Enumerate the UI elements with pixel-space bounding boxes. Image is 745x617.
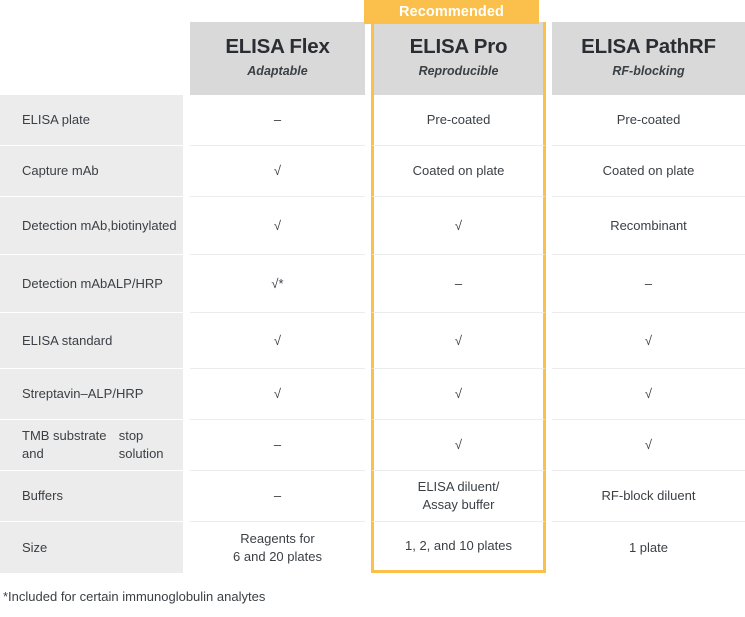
column-title: ELISA PathRF xyxy=(581,34,716,58)
column-gap xyxy=(183,471,190,522)
table-cell-line: 6 and 20 plates xyxy=(233,548,322,564)
table-corner-cell xyxy=(0,22,183,95)
row-label: Streptavin–ALP/HRP xyxy=(0,369,183,420)
table-cell: – xyxy=(552,255,745,313)
table-cell-line: ELISA diluent/ xyxy=(417,479,500,495)
row-label: Capture mAb xyxy=(0,146,183,197)
table-cell: ELISA diluent/ Assay buffer xyxy=(371,471,546,522)
table-cell: – xyxy=(190,95,365,146)
column-gap xyxy=(183,146,190,197)
row-label: TMB substrate and stop solution xyxy=(0,420,183,471)
row-label: Buffers xyxy=(0,471,183,522)
row-label: ELISA plate xyxy=(0,95,183,146)
column-header-elisa-pro: ELISA Pro Reproducible xyxy=(371,22,546,95)
table-cell: RF-block diluent xyxy=(552,471,745,522)
column-gap xyxy=(183,369,190,420)
row-label: ELISA standard xyxy=(0,313,183,369)
column-gap xyxy=(183,22,190,95)
column-subtitle: RF-blocking xyxy=(612,64,685,79)
table-cell: – xyxy=(190,471,365,522)
table-cell: √ xyxy=(371,420,546,471)
table-cell: Coated on plate xyxy=(552,146,745,197)
row-label: Detection mAb ALP/HRP xyxy=(0,255,183,313)
column-subtitle: Adaptable xyxy=(247,64,308,79)
table-cell: √ xyxy=(190,146,365,197)
column-subtitle: Reproducible xyxy=(418,64,499,79)
table-cell: 1, 2, and 10 plates xyxy=(371,522,546,573)
column-header-elisa-flex: ELISA Flex Adaptable xyxy=(190,22,365,95)
table-cell: 1 plate xyxy=(552,522,745,573)
table-cell: √ xyxy=(371,197,546,255)
column-gap xyxy=(183,255,190,313)
table-cell: √ xyxy=(190,197,365,255)
table-cell: √ xyxy=(371,369,546,420)
column-title: ELISA Pro xyxy=(409,34,508,58)
comparison-table-page: Recommended ELISA Flex Adaptable ELISA P… xyxy=(0,0,745,617)
table-footnote: *Included for certain immunoglobulin ana… xyxy=(3,589,266,604)
table-cell: √ xyxy=(552,369,745,420)
column-gap xyxy=(183,522,190,573)
table-cell: √ xyxy=(552,313,745,369)
table-cell: Pre-coated xyxy=(371,95,546,146)
row-label-line: Detection mAb xyxy=(22,275,108,291)
table-cell: √ xyxy=(371,313,546,369)
column-title: ELISA Flex xyxy=(225,34,330,58)
row-label-line: stop solution xyxy=(118,428,164,461)
recommended-ribbon: Recommended xyxy=(364,0,539,24)
table-cell: √ xyxy=(552,420,745,471)
table-cell: √ xyxy=(190,369,365,420)
table-cell-line: Assay buffer xyxy=(422,497,495,512)
comparison-table: ELISA Flex Adaptable ELISA Pro Reproduci… xyxy=(0,22,745,573)
column-gap xyxy=(183,420,190,471)
row-label-line: TMB substrate and xyxy=(22,428,107,461)
column-gap xyxy=(183,95,190,146)
row-label-line: biotinylated xyxy=(110,217,177,233)
row-label: Detection mAb, biotinylated xyxy=(0,197,183,255)
table-cell: Coated on plate xyxy=(371,146,546,197)
row-label-line: Detection mAb, xyxy=(22,217,111,233)
table-cell: √* xyxy=(190,255,365,313)
table-cell: Recombinant xyxy=(552,197,745,255)
column-header-elisa-pathrf: ELISA PathRF RF-blocking xyxy=(552,22,745,95)
column-gap xyxy=(183,313,190,369)
row-label-line: ALP/HRP xyxy=(107,275,163,291)
table-cell: √ xyxy=(190,313,365,369)
table-cell-line: Reagents for xyxy=(240,530,315,546)
table-cell: Reagents for 6 and 20 plates xyxy=(190,522,365,573)
table-cell: – xyxy=(190,420,365,471)
table-cell: – xyxy=(371,255,546,313)
column-gap xyxy=(183,197,190,255)
row-label: Size xyxy=(0,522,183,573)
table-cell: Pre-coated xyxy=(552,95,745,146)
